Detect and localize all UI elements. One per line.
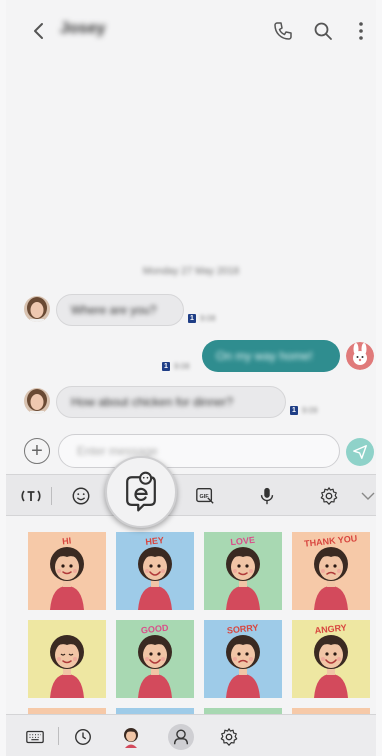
back-icon[interactable] bbox=[28, 20, 50, 42]
sticker-item[interactable]: HEY bbox=[116, 532, 194, 610]
send-icon[interactable] bbox=[346, 438, 374, 466]
unread-count-badge: 1 bbox=[162, 362, 170, 371]
sticker-item[interactable]: HI bbox=[28, 532, 106, 610]
gif-icon[interactable]: GIF bbox=[194, 485, 216, 507]
date-divider: Monday 27 May 2018 bbox=[142, 266, 240, 277]
message-bubble-incoming[interactable]: Where are you? bbox=[56, 294, 184, 326]
settings-icon[interactable] bbox=[318, 485, 340, 507]
sticker-item[interactable]: ANGRY bbox=[292, 620, 370, 698]
contact-avatar[interactable] bbox=[24, 388, 50, 414]
emoji-sticker-icon[interactable] bbox=[168, 724, 194, 750]
chevron-down-icon[interactable] bbox=[360, 485, 376, 507]
message-text: On my way home! bbox=[216, 349, 313, 363]
gif-label: GIF bbox=[200, 494, 210, 500]
message-bubble-outgoing[interactable]: On my way home! bbox=[202, 340, 340, 372]
my-avatar[interactable] bbox=[346, 342, 374, 370]
message-text: How about chicken for dinner? bbox=[71, 395, 234, 409]
more-icon[interactable] bbox=[350, 20, 372, 42]
sticker-grid: HI HEY LOVE THANK YOU GOOD SORRY ANGRY bbox=[6, 516, 376, 714]
text-mode-icon[interactable] bbox=[20, 485, 42, 507]
unread-count-badge: 1 bbox=[290, 406, 298, 415]
recent-icon[interactable] bbox=[72, 726, 94, 748]
contact-avatar[interactable] bbox=[24, 296, 50, 322]
sticker-item[interactable]: THANK YOU bbox=[292, 532, 370, 610]
keyboard-toolbar: GIF bbox=[6, 474, 376, 516]
message-time: 9:08 bbox=[200, 314, 216, 323]
contact-name[interactable]: Josey bbox=[60, 20, 105, 38]
emoji-icon[interactable] bbox=[70, 485, 92, 507]
message-meta: 1 9:09 bbox=[290, 406, 318, 415]
settings-icon[interactable] bbox=[218, 726, 240, 748]
message-bubble-incoming[interactable]: How about chicken for dinner? bbox=[56, 386, 286, 418]
message-time: 9:08 bbox=[174, 362, 190, 371]
svg-text:HI: HI bbox=[62, 536, 72, 547]
sticker-item[interactable]: LOVE bbox=[204, 532, 282, 610]
search-icon[interactable] bbox=[312, 20, 334, 42]
ar-emoji-icon[interactable] bbox=[105, 456, 177, 528]
message-input[interactable]: Enter message bbox=[58, 434, 340, 468]
keyboard-icon[interactable] bbox=[24, 726, 46, 748]
message-meta: 1 9:08 bbox=[162, 362, 190, 371]
sticker-bottom-bar bbox=[6, 714, 376, 756]
message-time: 9:09 bbox=[302, 406, 318, 415]
ar-emoji-avatar-icon[interactable] bbox=[120, 726, 142, 748]
sticker-item[interactable]: SORRY bbox=[204, 620, 282, 698]
add-icon[interactable]: + bbox=[24, 438, 50, 464]
svg-text:HEY: HEY bbox=[145, 535, 164, 547]
message-text: Where are you? bbox=[71, 303, 157, 317]
sticker-item[interactable]: GOOD bbox=[116, 620, 194, 698]
phone-icon[interactable] bbox=[272, 20, 294, 42]
conversation-header: Josey bbox=[6, 0, 376, 62]
sticker-item[interactable] bbox=[28, 620, 106, 698]
unread-count-badge: 1 bbox=[188, 314, 196, 323]
microphone-icon[interactable] bbox=[256, 485, 278, 507]
messages-screen: Josey Monday 27 May 2018 Where are you? … bbox=[6, 0, 376, 756]
message-meta: 1 9:08 bbox=[188, 314, 216, 323]
